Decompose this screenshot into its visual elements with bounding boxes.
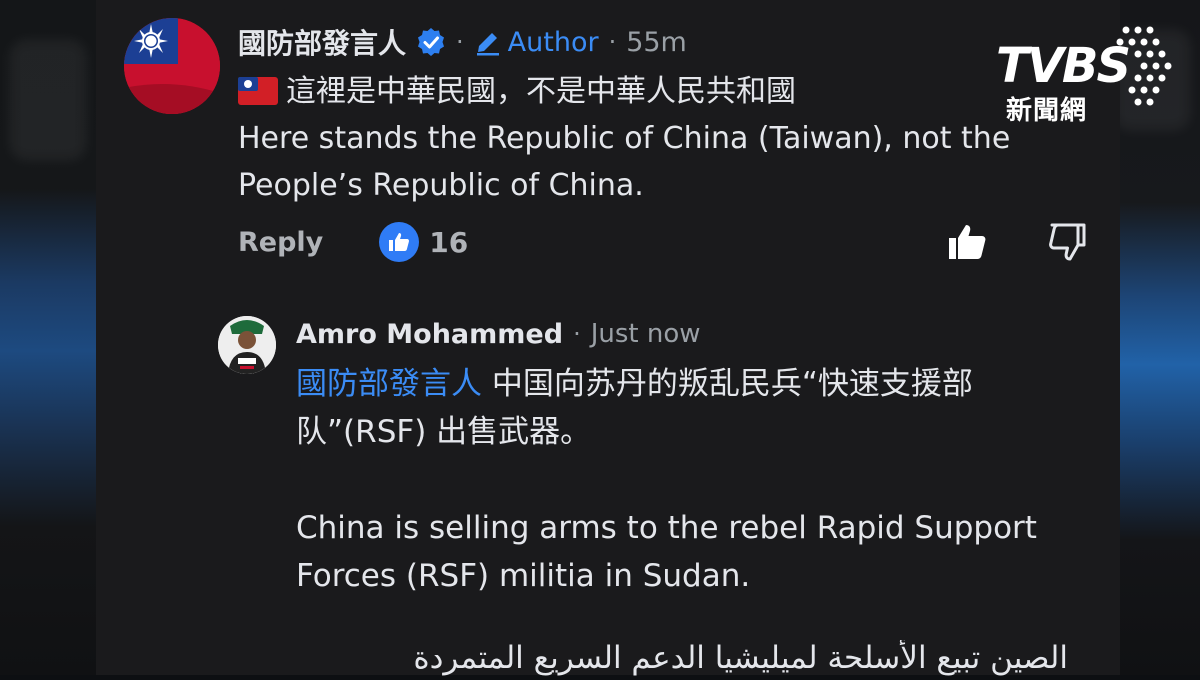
- reply-text-arabic: الصين تبيع الأسلحة لميليشيا الدعم السريع…: [413, 640, 1068, 676]
- comment-actions: Reply 16: [238, 218, 1088, 266]
- verified-badge-icon: [418, 28, 445, 56]
- upvote-button-icon[interactable]: [946, 221, 988, 263]
- timestamp[interactable]: Just now: [591, 319, 701, 349]
- author-name[interactable]: Amro Mohammed: [296, 319, 563, 350]
- reply-text-line: China is selling arms to the rebel Rapid…: [296, 510, 1037, 546]
- tvbs-logo: TVBS 新聞網: [996, 22, 1178, 126]
- comment-text-line: Here stands the Republic of China (Taiwa…: [238, 121, 1011, 156]
- logo-subtitle: 新聞網: [1006, 96, 1088, 126]
- blurred-background-left: [0, 0, 96, 675]
- author-name[interactable]: 國防部發言人: [238, 22, 406, 62]
- user-avatar-icon: [218, 316, 276, 374]
- author-badge: Author: [507, 26, 599, 58]
- reply-button[interactable]: Reply: [238, 227, 323, 258]
- logo-brand: TVBS: [996, 38, 1131, 94]
- roc-flag-avatar-icon: [124, 18, 220, 114]
- like-reaction-icon[interactable]: [379, 222, 420, 262]
- separator-dot: ·: [573, 320, 581, 348]
- taiwan-flag-emoji-icon: [238, 77, 278, 105]
- separator-dot: ·: [456, 28, 464, 56]
- thumbs-up-icon: [389, 233, 410, 251]
- reply-header: Amro Mohammed · Just now: [296, 312, 701, 356]
- pencil-icon: [476, 33, 499, 56]
- comment-header: 國防部發言人 · Author · 55m: [238, 20, 687, 64]
- reply-text: 國防部發言人 中国向苏丹的叛乱民兵“快速支援部 队”(RSF) 出售武器。 Ch…: [296, 360, 1086, 600]
- timestamp[interactable]: 55m: [626, 27, 687, 58]
- comment-text-line: 這裡是中華民國，不是中華人民共和國: [286, 74, 796, 109]
- reply-text-line: 队”(RSF) 出售武器。: [296, 414, 592, 450]
- separator-dot: ·: [608, 28, 617, 56]
- avatar[interactable]: [124, 18, 220, 114]
- comment-text: 這裡是中華民國，不是中華人民共和國 Here stands the Republ…: [238, 68, 1098, 209]
- reply-text-line: Forces (RSF) militia in Sudan.: [296, 558, 751, 594]
- downvote-button-icon[interactable]: [1046, 221, 1088, 263]
- comment-text-line: People’s Republic of China.: [238, 168, 644, 203]
- avatar[interactable]: [218, 316, 276, 374]
- reply-text-line: 中国向苏丹的叛乱民兵“快速支援部: [482, 366, 973, 402]
- like-count[interactable]: 16: [429, 226, 468, 259]
- mention-link[interactable]: 國防部發言人: [296, 366, 482, 402]
